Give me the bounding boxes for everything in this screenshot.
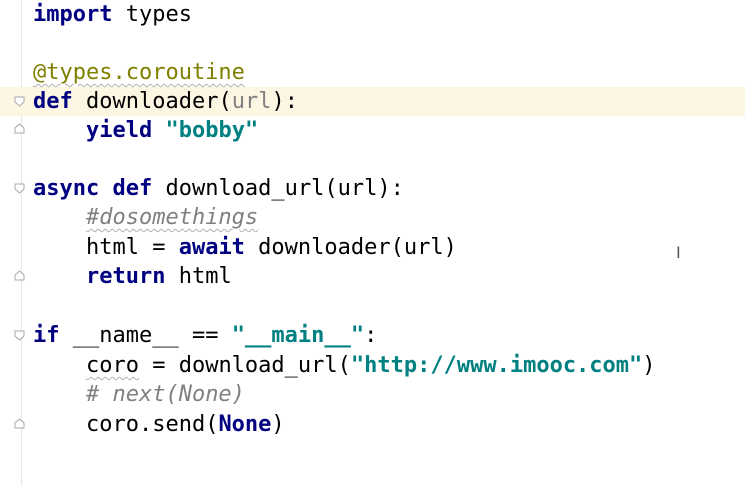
fold-start-icon[interactable] [14,183,25,194]
code-line: def downloader(url): [33,87,298,116]
code-line: return html [33,262,232,291]
text-cursor-icon: I [676,243,681,262]
fold-start-icon[interactable] [14,330,25,341]
code-line: # next(None) [33,380,245,409]
keyword: await [178,235,245,260]
code-text: ) [271,412,285,437]
decorator: @types.coroutine [33,60,245,85]
code-line: @types.coroutine [33,58,245,87]
fold-end-icon[interactable] [14,123,25,134]
code-editor[interactable]: import types @types.coroutine def downlo… [0,0,745,486]
string-literal: "__main__" [231,323,365,348]
keyword: def [33,89,73,114]
keyword: None [218,412,272,437]
keyword: yield [85,118,153,143]
code-line: html = await downloader(url) [33,233,457,262]
code-line: #dosomethings [33,203,258,232]
code-text: downloader(url) [244,235,457,260]
code-line: import types [33,0,192,29]
code-line: coro.send(None) [33,410,285,439]
code-text: html [165,264,232,289]
code-text: = download_url( [138,353,351,378]
code-text: coro.send( [85,412,219,437]
string-literal: "http://www.imooc.com" [350,353,643,378]
code-line: coro = download_url("http://www.imooc.co… [33,351,656,380]
code-text: download_url(url): [152,176,404,201]
fold-end-icon[interactable] [14,418,25,429]
code-text: coro [85,353,139,378]
keyword: if [33,323,60,348]
code-line: if __name__ == "__main__": [33,321,377,350]
keyword: import [33,2,113,27]
code-line: yield "bobby" [33,116,258,145]
comment: # next(None) [85,382,245,407]
code-text: __name__ == [59,323,232,348]
fold-start-icon[interactable] [14,96,25,107]
fold-end-icon[interactable] [14,270,25,281]
string-literal: "bobby" [165,118,259,143]
code-text: types [112,2,192,27]
comment: #dosomethings [85,205,259,230]
keyword: async def [33,176,153,201]
code-line: async def download_url(url): [33,174,404,203]
code-text: downloader( [72,89,232,114]
code-text: ) [642,353,656,378]
keyword: return [85,264,166,289]
code-text: : [364,323,378,348]
gutter-divider [21,0,22,486]
code-text: html = [85,235,179,260]
unused-parameter: url [231,89,272,114]
code-text: ): [271,89,298,114]
